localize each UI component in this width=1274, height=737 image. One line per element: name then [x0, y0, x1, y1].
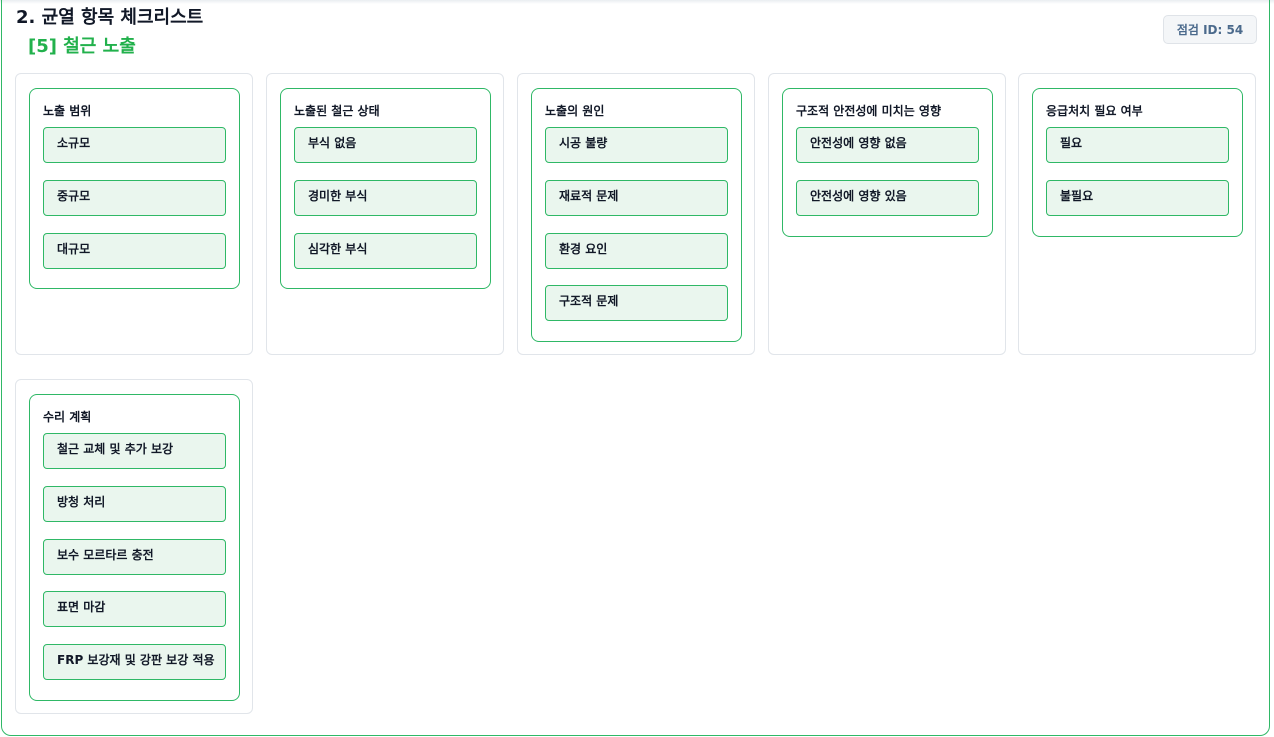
group-repair-plan: 수리 계획 철근 교체 및 추가 보강 방청 처리 보수 모르타르 충전 표면 … [29, 394, 240, 701]
option-construction-defect[interactable]: 시공 불량 [545, 127, 728, 163]
group-exposure-range: 노출 범위 소규모 중규모 대규모 [29, 88, 240, 289]
card-emergency-action: 응급처치 필요 여부 필요 불필요 [1018, 73, 1256, 355]
group-title: 노출 범위 [43, 104, 92, 118]
option-structural-issue[interactable]: 구조적 문제 [545, 285, 728, 321]
card-repair-plan: 수리 계획 철근 교체 및 추가 보강 방청 처리 보수 모르타르 충전 표면 … [15, 379, 253, 714]
section-title: 2. 균열 항목 체크리스트 [16, 7, 204, 28]
card-safety-impact: 구조적 안전성에 미치는 영향 안전성에 영향 없음 안전성에 영향 있음 [768, 73, 1006, 355]
option-mortar-fill[interactable]: 보수 모르타르 충전 [43, 539, 226, 575]
option-safety-impact[interactable]: 안전성에 영향 있음 [796, 180, 979, 216]
option-rebar-replacement[interactable]: 철근 교체 및 추가 보강 [43, 433, 226, 469]
option-surface-finish[interactable]: 표면 마감 [43, 591, 226, 627]
option-small[interactable]: 소규모 [43, 127, 226, 163]
option-minor-corrosion[interactable]: 경미한 부식 [294, 180, 477, 216]
card-rebar-condition: 노출된 철근 상태 부식 없음 경미한 부식 심각한 부식 [266, 73, 504, 355]
group-title: 응급처치 필요 여부 [1046, 104, 1143, 118]
group-title: 노출된 철근 상태 [294, 104, 380, 118]
group-emergency-action: 응급처치 필요 여부 필요 불필요 [1032, 88, 1243, 237]
option-no-corrosion[interactable]: 부식 없음 [294, 127, 477, 163]
item-subtitle: [5] 철근 노출 [28, 36, 136, 57]
group-safety-impact: 구조적 안전성에 미치는 영향 안전성에 영향 없음 안전성에 영향 있음 [782, 88, 993, 237]
group-title: 노출의 원인 [545, 104, 605, 118]
group-rebar-condition: 노출된 철근 상태 부식 없음 경미한 부식 심각한 부식 [280, 88, 491, 289]
option-anticorrosion[interactable]: 방청 처리 [43, 486, 226, 522]
inspection-id-badge: 점검 ID: 54 [1163, 15, 1257, 44]
option-material-issue[interactable]: 재료적 문제 [545, 180, 728, 216]
option-not-needed[interactable]: 불필요 [1046, 180, 1229, 216]
group-title: 구조적 안전성에 미치는 영향 [796, 104, 942, 118]
group-title: 수리 계획 [43, 410, 92, 424]
group-exposure-cause: 노출의 원인 시공 불량 재료적 문제 환경 요인 구조적 문제 [531, 88, 742, 342]
option-large[interactable]: 대규모 [43, 233, 226, 269]
card-exposure-cause: 노출의 원인 시공 불량 재료적 문제 환경 요인 구조적 문제 [517, 73, 755, 355]
option-no-safety-impact[interactable]: 안전성에 영향 없음 [796, 127, 979, 163]
option-environmental-factor[interactable]: 환경 요인 [545, 233, 728, 269]
option-frp-reinforcement[interactable]: FRP 보강재 및 강판 보강 적용 [43, 644, 226, 680]
card-exposure-range: 노출 범위 소규모 중규모 대규모 [15, 73, 253, 355]
option-medium[interactable]: 중규모 [43, 180, 226, 216]
option-needed[interactable]: 필요 [1046, 127, 1229, 163]
option-severe-corrosion[interactable]: 심각한 부식 [294, 233, 477, 269]
